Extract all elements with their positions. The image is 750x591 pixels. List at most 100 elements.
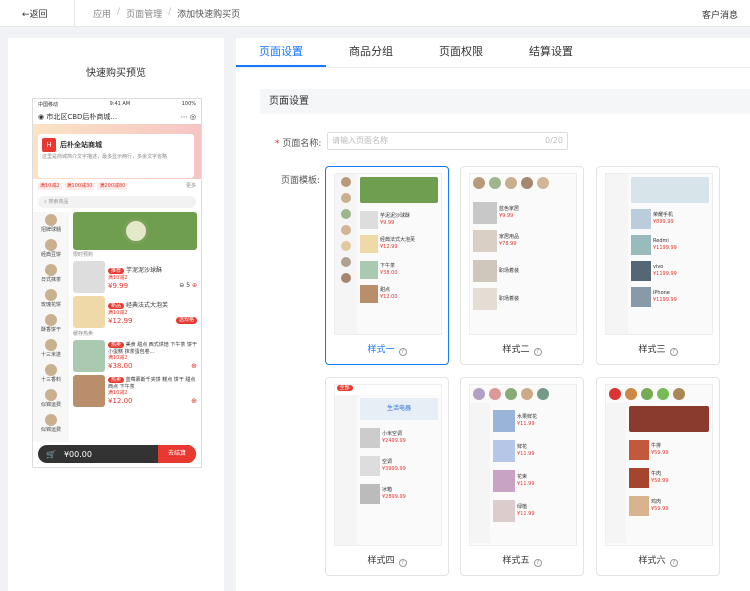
cart-icon[interactable]: 🛒 bbox=[46, 450, 56, 459]
coupon-more[interactable]: 更多 bbox=[186, 183, 196, 190]
breadcrumb: 应用 / 页面管理 / 添加快速购买页 bbox=[93, 6, 241, 20]
category-label: 经典豆饼 bbox=[40, 252, 61, 258]
template-style-5[interactable]: 水果鲜花 ¥11.99 鲜花 ¥11.99 花束 ¥11.99 绿植 ¥11.99 样式… bbox=[460, 377, 584, 576]
product-tag: 推荐 bbox=[108, 267, 125, 274]
status-battery: 100% bbox=[181, 101, 196, 107]
tab-checkout-settings[interactable]: 结算设置 bbox=[506, 38, 596, 67]
coupon-1[interactable]: 满10减2 bbox=[38, 183, 62, 190]
search-input[interactable]: ⌕ 搜索商品 bbox=[38, 196, 196, 208]
template-style-1[interactable]: 芋泥泥沙球酥 ¥9.99 经典法式大泡芙 ¥12.99 下午茶 ¥38.00 甜点 ¥1… bbox=[325, 166, 449, 365]
template-label-3: 样式三 bbox=[638, 345, 666, 355]
breadcrumb-page-manage[interactable]: 页面管理 bbox=[126, 7, 162, 20]
coupon-row: 满10减2 满100减30 满200减80 更多 bbox=[33, 179, 201, 194]
info-icon[interactable]: ? bbox=[533, 559, 542, 567]
breadcrumb-app[interactable]: 应用 bbox=[93, 7, 111, 20]
qty-stepper[interactable]: ⊖ 5 ⊕ bbox=[179, 282, 197, 289]
template-label-4: 样式四 bbox=[367, 556, 395, 566]
product-item[interactable]: 热卖 美食 甜点 西式烘焙 下午茶 饼干 小蛋糕 抹茶蛋包卷... 满10减2 … bbox=[73, 340, 197, 372]
category-label: 十三米遂 bbox=[40, 352, 61, 358]
cart-bar: 🛒 ¥00.00 去结算 bbox=[38, 445, 196, 463]
tab-page-settings[interactable]: 页面设置 bbox=[236, 38, 326, 67]
location-text[interactable]: 市北区CBD后朴商城... bbox=[46, 112, 117, 122]
category-banner bbox=[73, 212, 197, 250]
page-name-input[interactable]: 请输入页面名称 0/20 bbox=[327, 132, 568, 150]
product-image bbox=[73, 261, 105, 293]
template-label-6: 样式六 bbox=[638, 556, 666, 566]
coupon-2[interactable]: 满100减30 bbox=[64, 183, 95, 190]
category-item[interactable]: 经典豆饼 bbox=[33, 237, 69, 262]
category-label: 日式抹茶 bbox=[40, 277, 61, 283]
category-item[interactable]: 玫瑰花饼 bbox=[33, 287, 69, 312]
category-label: 十三香料 bbox=[40, 377, 61, 383]
template-label-2: 样式二 bbox=[502, 345, 530, 355]
info-icon[interactable]: ? bbox=[533, 348, 542, 356]
template-label-1: 样式一 bbox=[367, 345, 395, 355]
product-price: ¥12.00 bbox=[108, 397, 133, 405]
choose-spec-button[interactable]: 选规格 bbox=[175, 317, 197, 324]
category-item[interactable]: 日式抹茶 bbox=[33, 262, 69, 287]
category-icon bbox=[45, 389, 57, 401]
template-preview: 荣耀手机 ¥899.99 Redmi ¥1199.99 vivo ¥1199.99 i… bbox=[605, 173, 713, 335]
info-icon[interactable]: ? bbox=[398, 348, 407, 356]
category-icon bbox=[45, 364, 57, 376]
category-sidebar: 招牌球髓 经典豆饼 日式抹茶 玫瑰花饼 酥香饼干 十三米遂 十三香料 似锦运费 似锦运费 bbox=[33, 212, 69, 442]
product-item[interactable]: 热卖 蓝莓慕斯千夹饼 糕点 饼干 甜点 西点 下午茶 满10减2 ¥12.00 … bbox=[73, 375, 197, 407]
template-style-3[interactable]: 荣耀手机 ¥899.99 Redmi ¥1199.99 vivo ¥1199.99 i… bbox=[596, 166, 720, 365]
category-label: 招牌球髓 bbox=[40, 227, 61, 233]
add-icon[interactable]: ⊕ bbox=[191, 362, 197, 370]
template-label-5: 样式五 bbox=[502, 556, 530, 566]
product-item[interactable]: 推荐 芋泥泥沙球酥 满10减2 ¥9.99 ⊖ 5 ⊕ bbox=[73, 261, 197, 293]
category-icon bbox=[45, 239, 57, 251]
store-name: 后朴全站商城 bbox=[60, 141, 102, 149]
menu-icon[interactable]: ⋯ ◎ bbox=[181, 113, 196, 121]
category-item[interactable]: 十三香料 bbox=[33, 362, 69, 387]
info-icon[interactable]: ? bbox=[669, 348, 678, 356]
back-button[interactable]: ←返回 bbox=[0, 0, 75, 26]
product-price: ¥9.99 bbox=[108, 281, 129, 290]
preview-panel: 快速购买预览 中国移动 9:41 AM 100% ◉ 市北区CBD后朴商城...… bbox=[8, 38, 224, 591]
category-icon bbox=[45, 289, 57, 301]
category-icon bbox=[45, 264, 57, 276]
store-logo: H bbox=[42, 138, 56, 152]
template-style-4[interactable]: 全部 生活电器 小米空调 ¥2499.99 空调 ¥3999.99 冰箱 ¥2899.… bbox=[325, 377, 449, 576]
coupon-3[interactable]: 满200减80 bbox=[97, 183, 128, 190]
category-icon bbox=[45, 214, 57, 226]
add-icon[interactable]: ⊕ bbox=[191, 397, 197, 405]
category-item[interactable]: 似锦运费 bbox=[33, 412, 69, 437]
page-name-label: * 页面名称: bbox=[275, 139, 322, 149]
category-item[interactable]: 十三米遂 bbox=[33, 337, 69, 362]
category-item[interactable]: 酥香饼干 bbox=[33, 312, 69, 337]
product-item[interactable]: 新品 经典法式大泡芙 满10减2 ¥12.99 选规格 bbox=[73, 296, 197, 328]
category-item[interactable]: 似锦运费 bbox=[33, 387, 69, 412]
product-name: 芋泥泥沙球酥 bbox=[125, 266, 162, 274]
category-label: 似锦运费 bbox=[40, 402, 61, 408]
location-icon: ◉ bbox=[38, 113, 45, 121]
product-promo: 满10减2 bbox=[108, 309, 128, 316]
search-placeholder: 搜索商品 bbox=[48, 199, 69, 205]
template-preview: 牛排 ¥59.99 牛肉 ¥59.99 鸡肉 ¥59.99 bbox=[605, 384, 713, 546]
template-preview: 芋泥泥沙球酥 ¥9.99 经典法式大泡芙 ¥12.99 下午茶 ¥38.00 甜点 ¥1… bbox=[334, 173, 442, 335]
product-image bbox=[73, 296, 105, 328]
customer-message-link[interactable]: 客户消息 bbox=[702, 8, 738, 21]
product-price: ¥12.99 bbox=[108, 316, 133, 325]
cart-total: ¥00.00 bbox=[63, 449, 92, 459]
category-icon bbox=[45, 339, 57, 351]
category-label: 玫瑰花饼 bbox=[40, 302, 61, 308]
checkout-button[interactable]: 去结算 bbox=[157, 445, 196, 463]
settings-tabs: 页面设置 商品分组 页面权限 结算设置 bbox=[236, 38, 750, 68]
template-preview: 全部 生活电器 小米空调 ¥2499.99 空调 ¥3999.99 冰箱 ¥2899.… bbox=[334, 384, 442, 546]
tab-page-permissions[interactable]: 页面权限 bbox=[416, 38, 506, 67]
category-label: 酥香饼干 bbox=[40, 327, 61, 333]
category-item[interactable]: 招牌球髓 bbox=[33, 212, 69, 237]
info-icon[interactable]: ? bbox=[398, 559, 407, 567]
phone-preview: 中国移动 9:41 AM 100% ◉ 市北区CBD后朴商城... ⋯ ◎ H … bbox=[32, 98, 202, 468]
section-presale: 限时预购 bbox=[73, 252, 94, 258]
info-icon[interactable]: ? bbox=[669, 559, 678, 567]
status-time: 9:41 AM bbox=[109, 101, 131, 107]
section-title: 页面设置 bbox=[260, 89, 750, 114]
tab-product-groups[interactable]: 商品分组 bbox=[326, 38, 416, 67]
store-desc: 这里是商城简介文字描述，最多显示两行，多余文字省略 bbox=[42, 154, 168, 160]
top-bar: ←返回 应用 / 页面管理 / 添加快速购买页 客户消息 bbox=[0, 0, 750, 27]
template-style-2[interactable]: 蓝色家居 ¥9.99 家居用品 ¥78.99 职场着装 职场着装 样式二? bbox=[460, 166, 584, 365]
template-style-6[interactable]: 牛排 ¥59.99 牛肉 ¥59.99 鸡肉 ¥59.99 样式六? bbox=[596, 377, 720, 576]
